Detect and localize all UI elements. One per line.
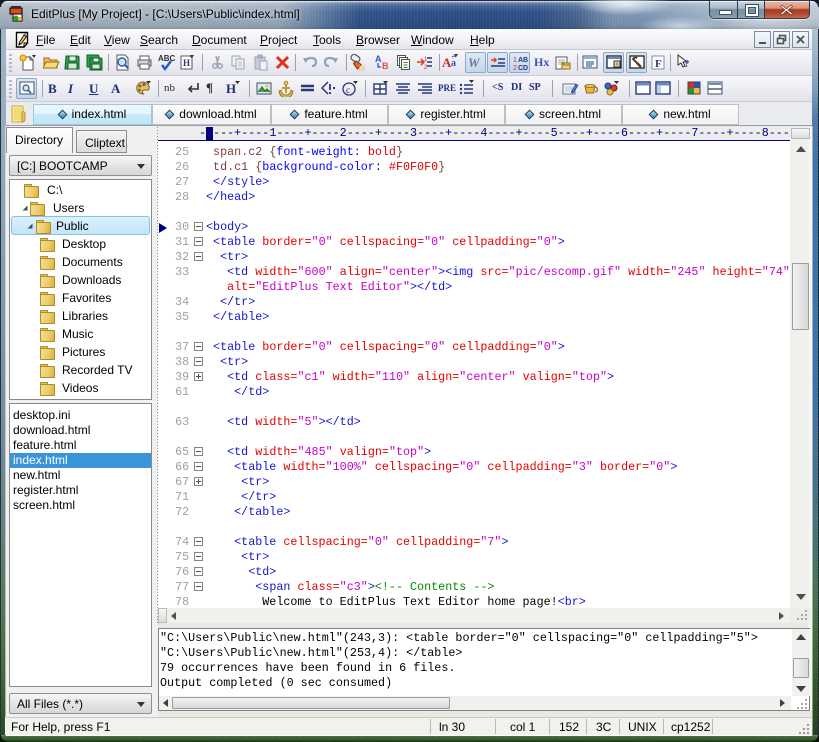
svg-text:B: B: [382, 61, 389, 71]
svg-text:a: a: [451, 58, 456, 69]
svg-text:c: c: [346, 85, 350, 95]
svg-text:F: F: [655, 58, 662, 70]
svg-text:2: 2: [513, 65, 517, 71]
svg-text:ABC: ABC: [158, 54, 175, 63]
svg-text:A: A: [375, 54, 382, 64]
svg-text:CD: CD: [518, 65, 528, 71]
svg-text:H: H: [183, 58, 190, 68]
svg-text:AB: AB: [518, 57, 528, 64]
svg-text:?: ?: [684, 58, 690, 70]
svg-text:1: 1: [513, 57, 517, 64]
